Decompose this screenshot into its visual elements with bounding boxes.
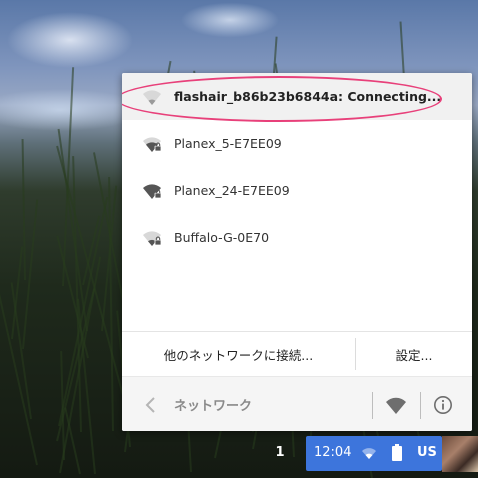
network-name: flashair_b86b23b6844a: Connecting... (174, 89, 442, 104)
divider (372, 392, 373, 419)
rice-plant-stroke (21, 139, 26, 281)
network-header-title: ネットワーク (174, 399, 253, 414)
network-name: Planex_5-E7EE09 (174, 136, 282, 151)
network-header-bar: ネットワーク (122, 376, 472, 431)
network-name: Buffalo-G-0E70 (174, 230, 270, 245)
network-settings-button[interactable]: 設定... (356, 332, 472, 376)
notification-count[interactable]: 1 (272, 443, 288, 463)
wifi-weak-icon (143, 89, 161, 105)
network-item-planex24[interactable]: Planex_24-E7EE09 (122, 167, 472, 214)
connect-other-network-button[interactable]: 他のネットワークに接続... (122, 332, 355, 376)
wifi-icon[interactable] (385, 395, 407, 415)
clock: 12:04 (314, 445, 352, 460)
network-item-flashair[interactable]: flashair_b86b23b6844a: Connecting... (122, 73, 472, 120)
wifi-icon (362, 448, 376, 459)
divider (420, 392, 421, 419)
network-item-buffalo[interactable]: Buffalo-G-0E70 (122, 214, 472, 261)
chevron-left-icon[interactable] (144, 396, 158, 414)
info-icon[interactable] (433, 395, 453, 415)
status-tray[interactable]: 12:04 US (306, 436, 442, 471)
avatar[interactable] (442, 436, 478, 472)
wifi-secured-weak-icon (143, 230, 162, 246)
network-actions: 他のネットワークに接続... 設定... (122, 332, 472, 376)
network-popup: flashair_b86b23b6844a: Connecting... Pla… (122, 73, 472, 431)
input-method-indicator: US (417, 445, 437, 460)
network-item-planex5[interactable]: Planex_5-E7EE09 (122, 120, 472, 167)
network-name: Planex_24-E7EE09 (174, 183, 290, 198)
wifi-secured-medium-icon (143, 136, 162, 152)
battery-icon (392, 444, 402, 461)
wifi-secured-full-icon (143, 183, 162, 199)
